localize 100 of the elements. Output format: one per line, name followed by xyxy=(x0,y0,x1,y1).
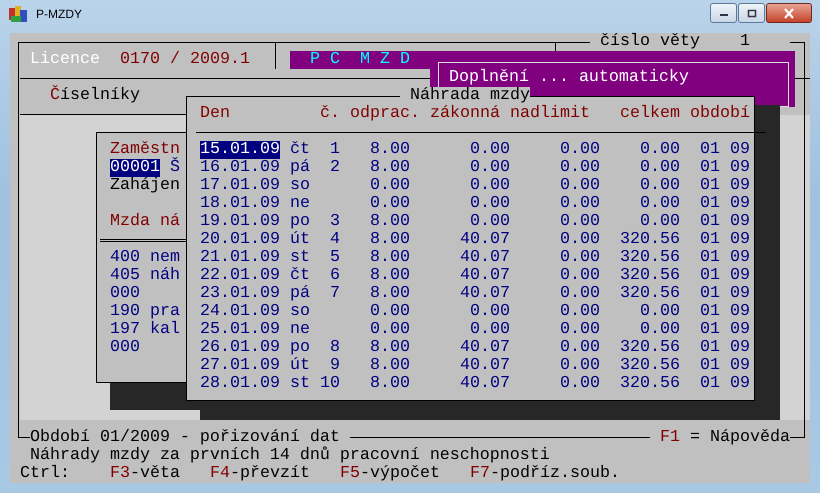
licence-value: 0170 / 2009.1 xyxy=(120,51,251,69)
table-cell: 01 09 xyxy=(700,213,750,231)
table-cell: 3 xyxy=(330,213,340,231)
table-cell: 8.00 xyxy=(370,213,410,231)
date-cell: 20.01.09 xyxy=(200,231,280,249)
table-cell: 01 09 xyxy=(700,267,750,285)
table-cell: 0.00 xyxy=(370,177,410,195)
table-cell: 40.07 xyxy=(460,339,510,357)
table-cell: 0.00 xyxy=(560,231,600,249)
popup-text: Doplnění ... automaticky xyxy=(449,69,689,87)
date-cell: 18.01.09 xyxy=(200,195,280,213)
table-cell: 0.00 xyxy=(560,177,600,195)
dialog-title: Náhrada mzdy xyxy=(400,87,530,105)
table-cell: 01 09 xyxy=(700,375,750,393)
table-cell: 8 xyxy=(330,339,340,357)
table-cell: 01 09 xyxy=(700,249,750,267)
table-cell: 320.56 xyxy=(620,339,680,357)
status-text: Období 01/2009 - pořizování dat xyxy=(30,429,350,447)
table-cell: 0.00 xyxy=(640,159,680,177)
table-cell: 0.00 xyxy=(560,339,600,357)
table-cell: 10 xyxy=(320,375,340,393)
table-cell: 8.00 xyxy=(370,267,410,285)
table-cell: 0.00 xyxy=(640,321,680,339)
table-cell: 320.56 xyxy=(620,285,680,303)
column-header: období xyxy=(690,105,751,123)
table-cell: 8.00 xyxy=(370,285,410,303)
table-cell: 01 09 xyxy=(700,339,750,357)
shortcut-hint: F7-podříz.soub. xyxy=(470,465,620,483)
table-cell: 0.00 xyxy=(370,195,410,213)
table-cell: 8.00 xyxy=(370,249,410,267)
table-cell: 0.00 xyxy=(560,303,600,321)
table-cell: so xyxy=(290,177,310,195)
table-cell: 0.00 xyxy=(470,303,510,321)
shortcut-hint: F3-věta xyxy=(110,465,180,483)
table-cell: ne xyxy=(290,321,310,339)
table-cell: pá xyxy=(290,285,310,303)
date-cell: 16.01.09 xyxy=(200,159,280,177)
window-title: P-MZDY xyxy=(36,6,82,22)
table-cell: 0.00 xyxy=(560,375,600,393)
maximize-button[interactable] xyxy=(738,3,765,23)
table-cell: 01 09 xyxy=(700,159,750,177)
table-cell: 0.00 xyxy=(640,195,680,213)
table-cell: 0.00 xyxy=(560,213,600,231)
record-number-label: číslo věty xyxy=(600,33,700,51)
table-cell: 01 09 xyxy=(700,177,750,195)
help-hint: F1 = Nápověda xyxy=(650,429,790,447)
date-cell: 26.01.09 xyxy=(200,339,280,357)
table-cell: pá xyxy=(290,159,310,177)
table-cell: 320.56 xyxy=(620,231,680,249)
maximize-icon xyxy=(746,8,756,18)
column-header: č. xyxy=(320,105,341,123)
table-cell: 40.07 xyxy=(460,249,510,267)
column-header: celkem xyxy=(620,105,681,123)
table-cell: ne xyxy=(290,195,310,213)
table-cell: 01 09 xyxy=(700,303,750,321)
table-cell: 0.00 xyxy=(560,321,600,339)
table-cell: 0.00 xyxy=(470,213,510,231)
table-cell: út xyxy=(290,231,310,249)
table-cell: 0.00 xyxy=(560,141,600,159)
banner-text: P C M Z D xyxy=(310,51,411,69)
shortcut-hint: F5-výpočet xyxy=(340,465,440,483)
table-cell: 2 xyxy=(330,159,340,177)
column-header: Den xyxy=(200,105,231,123)
table-cell: 8.00 xyxy=(370,159,410,177)
table-cell: 0.00 xyxy=(470,177,510,195)
table-cell: 1 xyxy=(330,141,340,159)
table-cell: 01 09 xyxy=(700,357,750,375)
table-cell: 8.00 xyxy=(370,231,410,249)
message-text: Náhrady mzdy za prvních 14 dnů pracovní neschopnosti xyxy=(30,447,550,465)
table-cell: 0.00 xyxy=(470,159,510,177)
table-cell: 0.00 xyxy=(560,159,600,177)
table-cell: 320.56 xyxy=(620,375,680,393)
table-cell: 40.07 xyxy=(460,357,510,375)
table-cell: 40.07 xyxy=(460,375,510,393)
date-cell: 17.01.09 xyxy=(200,177,280,195)
column-header: zákonná xyxy=(430,105,501,123)
table-cell: 0.00 xyxy=(640,213,680,231)
table-cell: so xyxy=(290,303,310,321)
table-cell: út xyxy=(290,357,310,375)
table-cell: 0.00 xyxy=(640,303,680,321)
close-button[interactable] xyxy=(766,3,812,23)
table-cell: 01 09 xyxy=(700,231,750,249)
table-cell: 01 09 xyxy=(700,141,750,159)
licence-label: Licence xyxy=(30,51,101,69)
date-cell: 24.01.09 xyxy=(200,303,280,321)
table-cell: 5 xyxy=(330,249,340,267)
table-cell: 8.00 xyxy=(370,339,410,357)
app-icon xyxy=(8,4,28,24)
table-cell: 8.00 xyxy=(370,357,410,375)
date-cell: 25.01.09 xyxy=(200,321,280,339)
table-cell: 320.56 xyxy=(620,267,680,285)
table-cell: 0.00 xyxy=(470,195,510,213)
menu-item[interactable]: Číselníky xyxy=(50,87,170,105)
table-cell: 01 09 xyxy=(700,321,750,339)
table-cell: 01 09 xyxy=(700,195,750,213)
table-cell: čt xyxy=(290,267,310,285)
table-cell: 6 xyxy=(330,267,340,285)
column-header: nadlimit xyxy=(510,105,591,123)
date-cell: 19.01.09 xyxy=(200,213,280,231)
minimize-button[interactable] xyxy=(710,3,737,23)
